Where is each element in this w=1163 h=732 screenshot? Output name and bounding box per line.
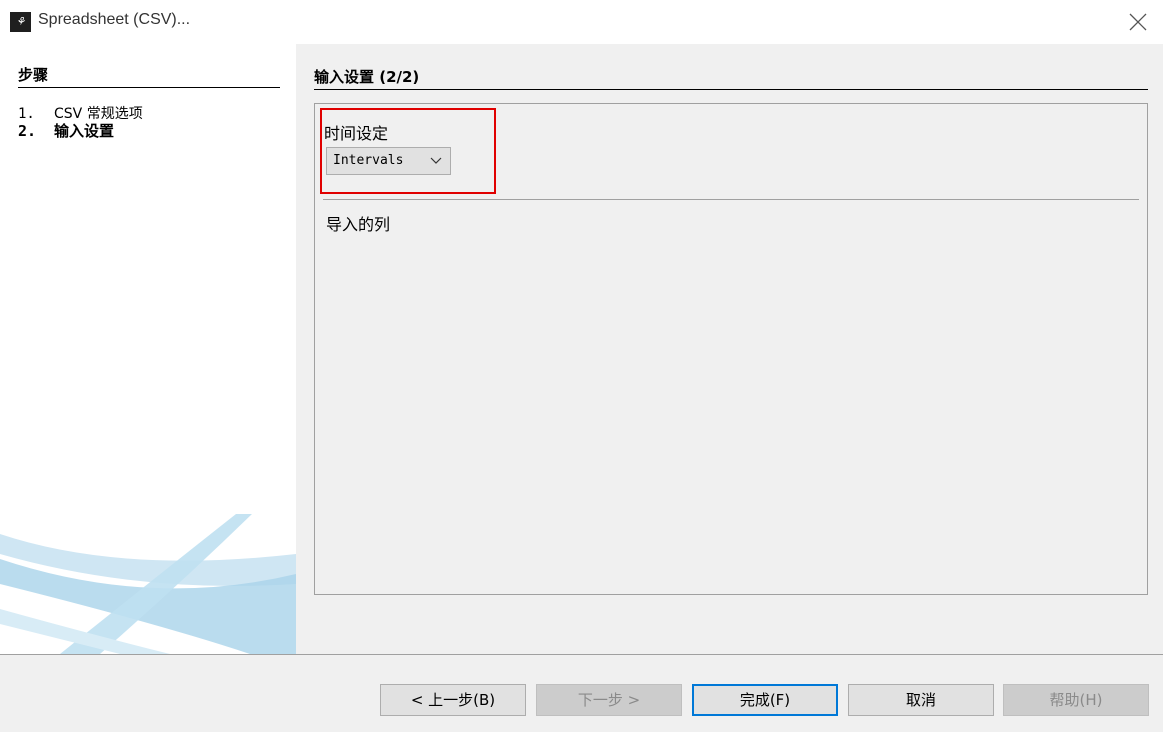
- chevron-down-icon: [430, 157, 442, 164]
- dropdown-value: Intervals: [333, 153, 404, 168]
- settings-panel: 时间设定 Intervals 导入的列: [314, 103, 1148, 595]
- title-bar: ⚘ Spreadsheet (CSV)...: [0, 0, 1163, 44]
- time-settings-label: 时间设定: [324, 124, 389, 143]
- steps-header: 步骤: [18, 64, 280, 88]
- back-button[interactable]: < 上一步(B): [380, 684, 526, 716]
- step-label: CSV 常规选项: [54, 106, 143, 122]
- steps-sidebar: 步骤 1. CSV 常规选项 2. 输入设置: [0, 44, 296, 654]
- button-bar: < 上一步(B) 下一步 > 完成(F) 取消 帮助(H): [0, 654, 1163, 732]
- finish-button[interactable]: 完成(F): [692, 684, 838, 716]
- step-label: 输入设置: [54, 122, 115, 140]
- step-item-input-settings[interactable]: 2. 输入设置: [18, 123, 143, 140]
- step-list: 1. CSV 常规选项 2. 输入设置: [18, 106, 143, 140]
- next-button[interactable]: 下一步 >: [536, 684, 682, 716]
- cancel-button[interactable]: 取消: [848, 684, 994, 716]
- main-panel: 输入设置 (2/2) 时间设定 Intervals 导入的列: [296, 44, 1163, 654]
- help-button[interactable]: 帮助(H): [1003, 684, 1149, 716]
- step-item-csv-options[interactable]: 1. CSV 常规选项: [18, 106, 143, 123]
- step-number: 2.: [18, 122, 37, 140]
- app-logo-icon: ⚘: [10, 12, 31, 32]
- time-settings-dropdown[interactable]: Intervals: [326, 147, 451, 175]
- panel-divider: [323, 199, 1139, 200]
- step-number: 1.: [18, 106, 35, 122]
- section-title: 输入设置 (2/2): [314, 66, 1148, 90]
- imported-columns-label: 导入的列: [326, 215, 391, 234]
- decorative-swoosh: [0, 514, 296, 654]
- close-icon[interactable]: [1127, 11, 1149, 33]
- window-title: Spreadsheet (CSV)...: [38, 11, 191, 28]
